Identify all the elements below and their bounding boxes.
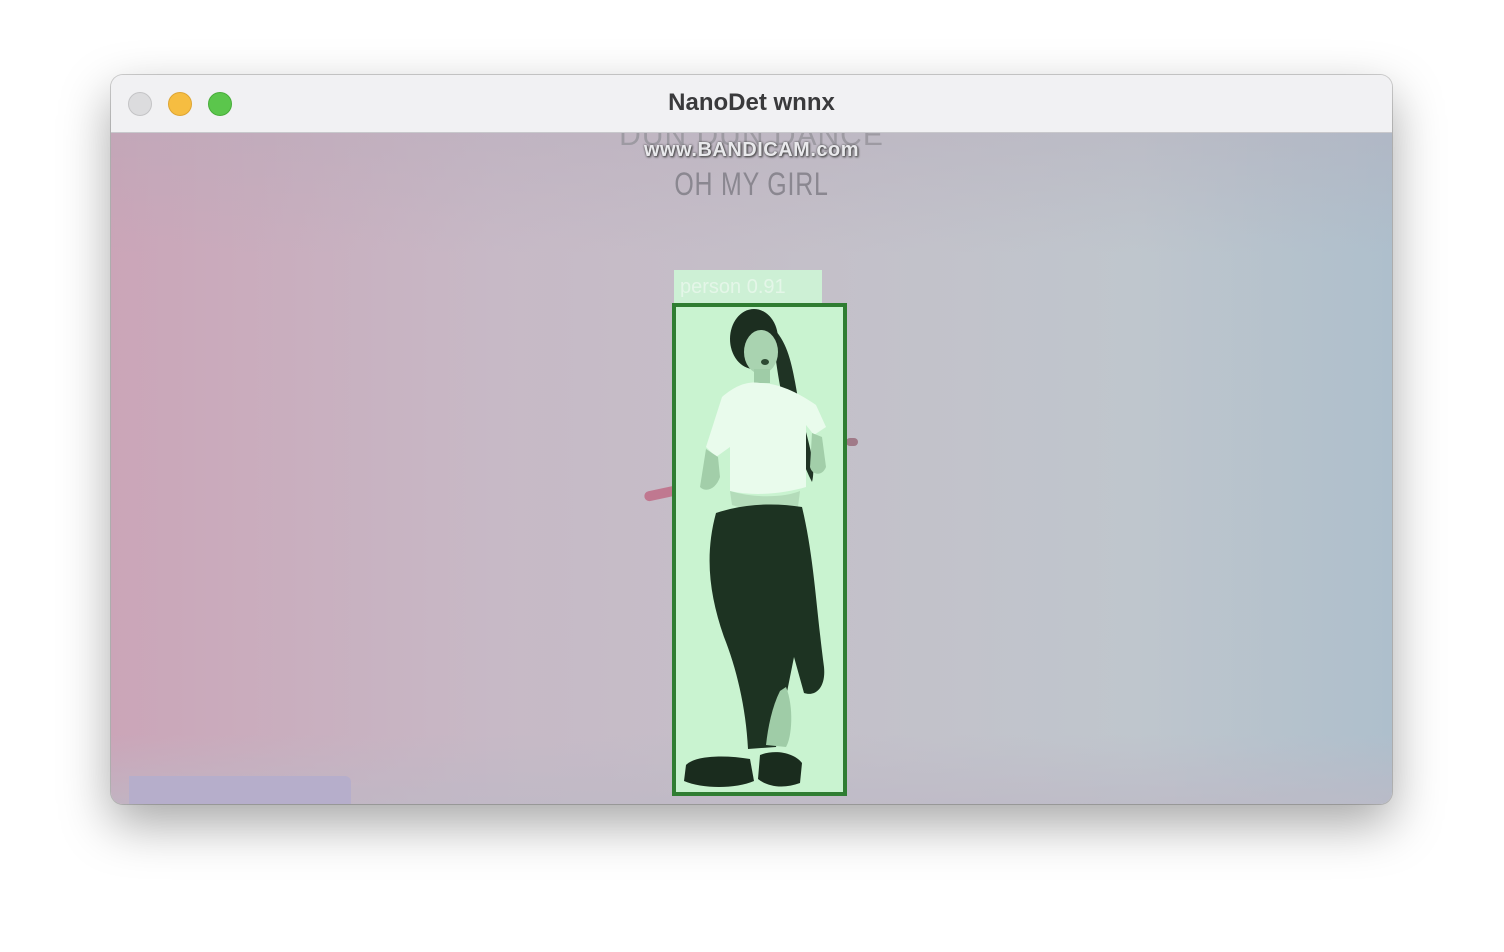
artist-name-text: OH MY GIRL: [674, 166, 829, 202]
window-title: NanoDet wnnx: [668, 89, 835, 116]
dancer-figure: [684, 309, 826, 787]
dancer-hand-right: [846, 438, 858, 446]
detection-label: person 0.91: [674, 270, 822, 304]
detection-bounding-box: [672, 303, 847, 796]
title-bar[interactable]: NanoDet wnnx: [111, 75, 1392, 133]
app-window: NanoDet wnnx DUN DUN DANCE www.BANDICAM.…: [111, 75, 1392, 804]
video-overlay-bar: [129, 776, 351, 804]
video-frame: DUN DUN DANCE www.BANDICAM.com OH MY GIR…: [111, 133, 1392, 804]
recorder-watermark: www.BANDICAM.com: [643, 139, 860, 161]
